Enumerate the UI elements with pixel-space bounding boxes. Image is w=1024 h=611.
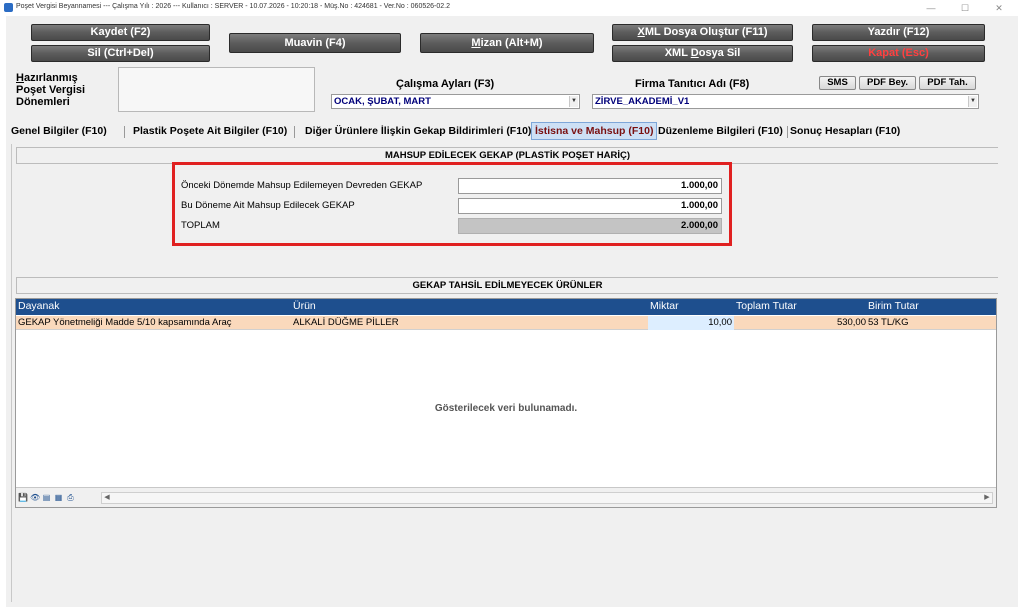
muavin-button[interactable]: Muavin (F4) [229, 33, 401, 53]
gekap-section-header: GEKAP TAHSİL EDİLMEYECEK ÜRÜNLER [16, 277, 998, 294]
close-label: Kapat (Esc) [868, 47, 929, 59]
title-bar: Poşet Vergisi Beyannamesi --- Çalışma Yı… [0, 0, 1024, 16]
cell-dayanak: GEKAP Yönetmeliği Madde 5/10 kapsamında … [18, 317, 232, 328]
scroll-right-icon[interactable]: ▶ [982, 493, 992, 503]
delete-label: Sil (Ctrl+Del) [87, 47, 154, 59]
table-row[interactable]: GEKAP Yönetmeliği Madde 5/10 kapsamında … [16, 316, 996, 330]
cell-birim-tutar: 53 TL/KG [868, 317, 909, 328]
mahsup-highlight-box: Önceki Dönemde Mahsup Edilemeyen Devrede… [172, 162, 732, 246]
tab-duzenleme[interactable]: Düzenleme Bilgileri (F10) [655, 124, 786, 138]
xml-create-button[interactable]: XML Dosya Oluştur (F11) [612, 24, 793, 41]
main-window: Kaydet (F2) Sil (Ctrl+Del) Muavin (F4) M… [6, 16, 1018, 607]
devreden-gekap-field[interactable]: 1.000,00 [458, 178, 722, 194]
save-icon[interactable]: 💾 [18, 493, 28, 502]
prepared-periods-list[interactable] [118, 67, 315, 112]
period-select[interactable]: OCAK, ŞUBAT, MART ▼ [331, 94, 580, 109]
xml-delete-button[interactable]: XML Dosya Sil [612, 45, 793, 62]
print-label: Yazdır (F12) [867, 26, 930, 38]
mizan-button[interactable]: Mizan (Alt+M) [420, 33, 594, 53]
column-header-urun[interactable]: Ürün [293, 300, 316, 312]
devreden-gekap-label: Önceki Dönemde Mahsup Edilemeyen Devrede… [181, 180, 423, 191]
company-select[interactable]: ZİRVE_AKADEMİ_V1 ▼ [592, 94, 979, 109]
chevron-down-icon[interactable]: ▼ [569, 96, 578, 107]
mizan-hotkey: M [471, 37, 481, 49]
mizan-label: izan (Alt+M) [480, 37, 543, 49]
horizontal-scrollbar[interactable]: ◀ ▶ [101, 492, 993, 504]
xml-delete-label-pre: XML [664, 47, 691, 59]
xml-delete-hotkey: D [690, 47, 699, 59]
save-label: Kaydet (F2) [90, 26, 151, 38]
prepared-label-line3: Dönemleri [16, 96, 70, 108]
cell-toplam-tutar: 530,00 [836, 317, 866, 328]
prepared-label-line2: Poşet Vergisi [16, 84, 86, 96]
bu-donem-gekap-field[interactable]: 1.000,00 [458, 198, 722, 214]
export-excel-icon[interactable]: ▦ [54, 493, 63, 502]
cell-miktar[interactable]: 10,00 [648, 316, 734, 330]
grid-footer: 💾 👁 ▤ ▦ ⎙ ◀ ▶ [16, 487, 996, 507]
window-title: Poşet Vergisi Beyannamesi --- Çalışma Yı… [16, 3, 450, 10]
tab-genel-bilgiler[interactable]: Genel Bilgiler (F10) [8, 124, 110, 138]
company-label: Firma Tanıtıcı Adı (F8) [635, 78, 750, 90]
grid-header: Dayanak Ürün Miktar Toplam Tutar Birim T… [16, 299, 996, 315]
empty-message: Gösterilecek veri bulunamadı. [434, 403, 578, 414]
period-value: OCAK, ŞUBAT, MART [334, 96, 431, 107]
gekap-grid[interactable]: Dayanak Ürün Miktar Toplam Tutar Birim T… [15, 298, 997, 508]
column-header-birim-tutar[interactable]: Birim Tutar [868, 300, 919, 312]
tab-diger-urunler[interactable]: Diğer Ürünlere İlişkin Gekap Bildirimler… [302, 124, 534, 138]
close-window-button[interactable]: ✕ [986, 1, 1012, 15]
print-button[interactable]: Yazdır (F12) [812, 24, 985, 41]
toplam-label: TOPLAM [181, 220, 220, 231]
tab-bar: Genel Bilgiler (F10) Plastik Poşete Ait … [6, 122, 1018, 140]
maximize-button[interactable]: ☐ [952, 1, 978, 15]
xml-create-label: ML Dosya Oluştur (F11) [644, 26, 768, 38]
print-icon[interactable]: ⎙ [66, 493, 75, 502]
company-value: ZİRVE_AKADEMİ_V1 [595, 96, 690, 107]
tab-separator [124, 126, 125, 138]
toplam-field: 2.000,00 [458, 218, 722, 234]
bu-donem-gekap-label: Bu Döneme Ait Mahsup Edilecek GEKAP [181, 200, 355, 211]
scroll-left-icon[interactable]: ◀ [102, 493, 112, 503]
export-icon[interactable]: ▤ [42, 493, 51, 502]
tab-separator [294, 126, 295, 138]
minimize-button[interactable]: — [918, 1, 944, 15]
tab-istisna-mahsup[interactable]: İstisna ve Mahsup (F10) [531, 122, 658, 140]
chevron-down-icon[interactable]: ▼ [968, 96, 977, 107]
prepared-periods-label: Hazırlanmış Poşet Vergisi Dönemleri [16, 72, 85, 108]
prepared-hotkey: H [16, 72, 24, 84]
app-icon [4, 3, 13, 12]
prepared-label-line1: azırlanmış [23, 72, 78, 84]
xml-delete-label: osya Sil [698, 47, 741, 59]
tab-plastik-poset[interactable]: Plastik Poşete Ait Bilgiler (F10) [130, 124, 290, 138]
close-button[interactable]: Kapat (Esc) [812, 45, 985, 62]
sms-button[interactable]: SMS [819, 76, 856, 90]
pdf-bey-button[interactable]: PDF Bey. [859, 76, 916, 90]
delete-button[interactable]: Sil (Ctrl+Del) [31, 45, 210, 62]
pdf-tah-button[interactable]: PDF Tah. [919, 76, 976, 90]
column-header-toplam-tutar[interactable]: Toplam Tutar [736, 300, 797, 312]
column-header-miktar[interactable]: Miktar [650, 300, 679, 312]
period-label: Çalışma Ayları (F3) [396, 78, 495, 90]
xml-create-hotkey: X [637, 26, 645, 38]
tab-sonuc-hesaplari[interactable]: Sonuç Hesapları (F10) [787, 124, 903, 138]
save-button[interactable]: Kaydet (F2) [31, 24, 210, 41]
cell-urun: ALKALİ DÜĞME PİLLER [293, 317, 399, 328]
eye-icon[interactable]: 👁 [30, 493, 40, 502]
muavin-label: Muavin (F4) [284, 37, 346, 49]
column-header-dayanak[interactable]: Dayanak [18, 300, 59, 312]
